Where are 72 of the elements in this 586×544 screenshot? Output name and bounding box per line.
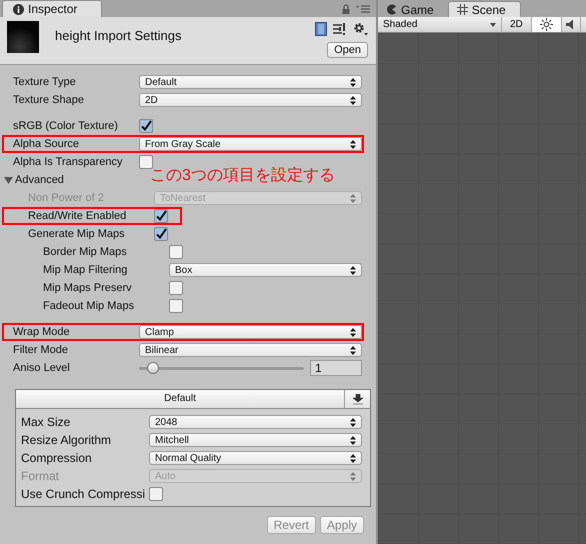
checkbox[interactable] <box>169 281 183 295</box>
up-down-arrows-icon <box>350 266 356 274</box>
speaker-icon <box>566 19 576 30</box>
field-label: Aniso Level <box>13 362 71 374</box>
number-field[interactable]: 1 <box>310 360 362 376</box>
open-button[interactable]: Open <box>327 42 368 58</box>
checkbox[interactable] <box>169 299 183 313</box>
inspector-tab[interactable]: Inspector <box>2 0 102 17</box>
field-label: sRGB (Color Texture) <box>13 120 119 132</box>
field-label: Alpha Source <box>13 138 80 150</box>
slider[interactable] <box>139 362 304 374</box>
field-label: Read/Write Enabled <box>27 210 128 222</box>
preset-sliders-icon[interactable] <box>333 23 347 35</box>
checkbox[interactable] <box>149 487 163 501</box>
dropdown[interactable]: Box <box>169 263 362 277</box>
dropdown[interactable]: 2048 <box>149 415 362 429</box>
field-label: Format <box>21 469 60 483</box>
foldout-toggle[interactable]: Advanced <box>4 174 64 186</box>
menu-icon[interactable] <box>356 5 370 13</box>
up-down-arrows-icon <box>350 346 356 354</box>
lighting-toggle[interactable] <box>532 17 562 32</box>
field-label: Fadeout Mip Maps <box>42 300 136 312</box>
checkbox[interactable] <box>154 209 168 223</box>
field-label: Max Size <box>21 415 72 429</box>
field-label: Texture Shape <box>13 94 85 106</box>
field-label: Wrap Mode <box>13 326 71 338</box>
dropdown[interactable]: Default <box>139 75 362 89</box>
triangle-icon <box>4 176 13 184</box>
up-down-arrows-icon <box>350 436 356 444</box>
pacman-icon <box>386 4 397 15</box>
info-icon <box>13 4 24 14</box>
dropdown[interactable]: From Gray Scale <box>139 137 362 151</box>
dropdown[interactable]: Bilinear <box>139 343 362 357</box>
grid-icon <box>456 4 468 15</box>
dropdown[interactable]: Mitchell <box>149 433 362 447</box>
dropdown[interactable]: Clamp <box>139 325 362 339</box>
field-label: Border Mip Maps <box>42 246 128 258</box>
sun-icon <box>540 18 553 31</box>
checkbox[interactable] <box>154 227 168 241</box>
field-label: Mip Maps Preserv <box>42 282 133 294</box>
up-down-arrows-icon <box>350 96 356 104</box>
help-book-icon[interactable] <box>315 22 327 36</box>
up-down-arrows-icon <box>350 418 356 426</box>
view-tab[interactable]: Scene <box>448 1 521 17</box>
field-label: Generate Mip Maps <box>27 228 126 240</box>
field-label: Compression <box>21 451 93 465</box>
texture-thumbnail <box>7 21 39 53</box>
view-tab[interactable]: Game <box>378 2 448 17</box>
field-label: Use Crunch Compressi <box>21 487 146 501</box>
field-label: Resize Algorithm <box>21 433 112 447</box>
download-icon <box>352 394 362 404</box>
field-label: Mip Map Filtering <box>42 264 128 276</box>
field-label: Alpha Is Transparency <box>13 156 124 168</box>
dropdown[interactable]: Normal Quality <box>149 451 362 465</box>
up-down-arrows-icon <box>350 140 356 148</box>
up-down-arrows-icon <box>350 472 356 480</box>
field-label: Texture Type <box>13 76 77 88</box>
lock-icon[interactable] <box>342 4 350 14</box>
field-label: Non Power of 2 <box>27 192 105 204</box>
up-down-arrows-icon <box>350 194 356 202</box>
checkbox[interactable] <box>139 155 153 169</box>
checkbox[interactable] <box>139 119 153 133</box>
settings-icon[interactable] <box>353 22 368 36</box>
field-label: Filter Mode <box>13 344 70 356</box>
asset-title: height Import Settings <box>55 28 182 43</box>
up-down-arrows-icon <box>350 78 356 86</box>
slider-thumb[interactable] <box>146 362 159 374</box>
dropdown[interactable]: 2D <box>139 93 362 107</box>
up-down-arrows-icon <box>350 454 356 462</box>
checkbox[interactable] <box>169 245 183 259</box>
up-down-arrows-icon <box>350 328 356 336</box>
annotation-text: この3つの項目を設定する <box>150 166 335 186</box>
